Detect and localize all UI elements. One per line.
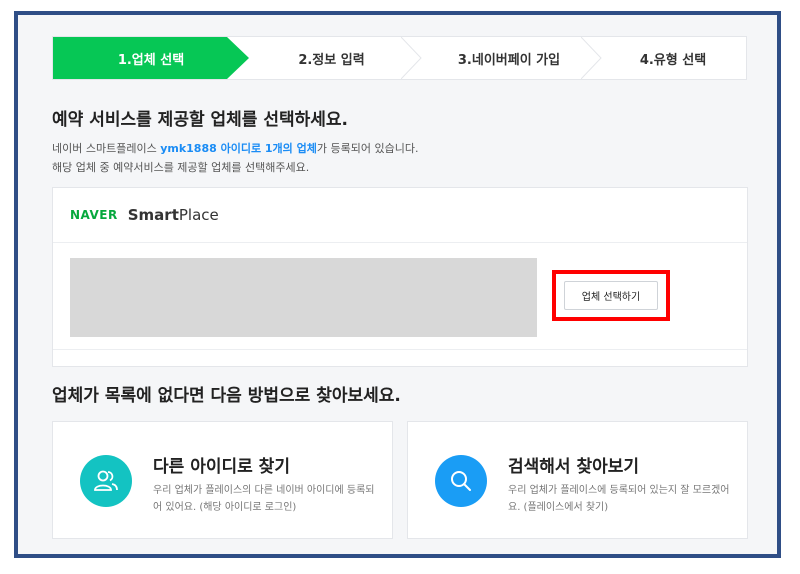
description-line-1: 네이버 스마트플레이스 ymk1888 아이디로 1개의 업체가 등록되어 있습… <box>52 139 418 158</box>
step-label: 3.네이버페이 가입 <box>457 52 561 68</box>
smartplace-logo: SmartPlace <box>128 206 219 224</box>
option-title: 검색해서 찾아보기 <box>508 457 640 477</box>
step-label: 4.유형 선택 <box>639 52 707 68</box>
alternative-heading: 업체가 목록에 없다면 다음 방법으로 찾아보세요. <box>52 386 401 406</box>
business-list-card: NAVER SmartPlace 업체 선택하기 <box>52 187 748 367</box>
card-footer <box>53 349 747 366</box>
step-naverpay-signup: 3.네이버페이 가입 <box>423 37 595 79</box>
business-info-redacted <box>70 258 537 337</box>
naver-logo: NAVER <box>70 208 118 222</box>
find-other-id-option[interactable]: 다른 아이디로 찾기 우리 업체가 플레이스의 다른 네이버 아이디에 등록되어… <box>52 421 393 539</box>
progress-stepper: 1.업체 선택 2.정보 입력 3.네이버페이 가입 4.유형 선택 <box>52 36 747 80</box>
option-title: 다른 아이디로 찾기 <box>153 457 290 477</box>
select-business-button[interactable]: 업체 선택하기 <box>564 281 658 310</box>
search-icon <box>435 455 487 507</box>
option-text: 우리 업체가 플레이스에 등록되어 있는지 잘 모르겠어요. (플레이스에서 찾… <box>508 485 730 513</box>
step-label: 1.업체 선택 <box>117 52 185 68</box>
step-label: 2.정보 입력 <box>298 52 365 68</box>
desc-suffix: 가 등록되어 있습니다. <box>316 142 419 155</box>
logo-smart: Smart <box>127 206 179 224</box>
users-icon <box>80 455 132 507</box>
page-frame: 1.업체 선택 2.정보 입력 3.네이버페이 가입 4.유형 선택 예약 서비… <box>14 11 781 558</box>
step-enter-info: 2.정보 입력 <box>249 37 414 79</box>
option-text: 우리 업체가 플레이스의 다른 네이버 아이디에 등록되어 있어요. (해당 아… <box>153 485 375 513</box>
step-select-type: 4.유형 선택 <box>598 37 748 79</box>
desc-highlight: ymk1888 아이디로 1개의 업체 <box>160 142 317 155</box>
chevron-separator-icon <box>401 37 423 79</box>
search-business-option[interactable]: 검색해서 찾아보기 우리 업체가 플레이스에 등록되어 있는지 잘 모르겠어요.… <box>407 421 748 539</box>
logo-place: Place <box>178 206 219 224</box>
description-line-2: 해당 업체 중 예약서비스를 제공할 업체를 선택해주세요. <box>52 161 310 174</box>
page-description: 네이버 스마트플레이스 ymk1888 아이디로 1개의 업체가 등록되어 있습… <box>52 139 418 177</box>
desc-prefix: 네이버 스마트플레이스 <box>52 142 161 155</box>
card-header: NAVER SmartPlace <box>53 188 747 243</box>
step-select-business: 1.업체 선택 <box>53 37 249 79</box>
page-title: 예약 서비스를 제공할 업체를 선택하세요. <box>52 110 349 130</box>
